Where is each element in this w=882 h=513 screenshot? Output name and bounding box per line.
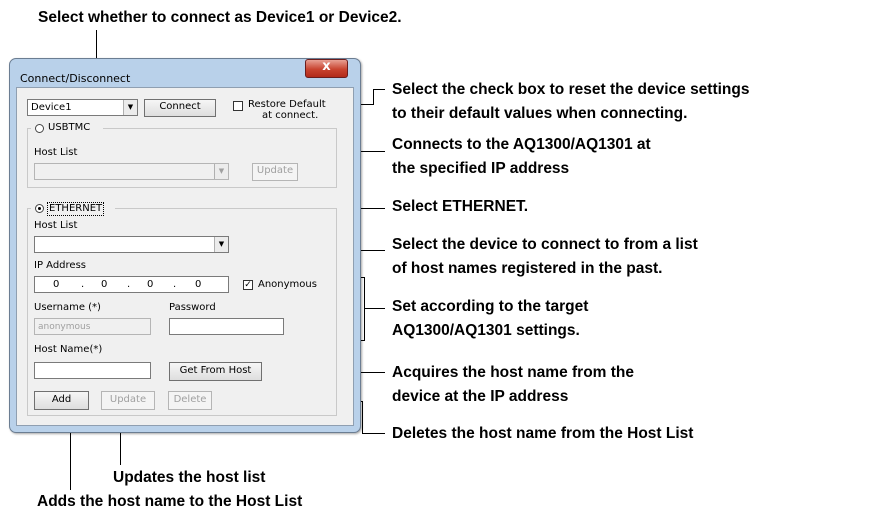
ip-octet-1[interactable]: 0 <box>53 279 59 291</box>
leader-line-settings-h <box>364 308 385 309</box>
leader-line-restore-h2 <box>373 89 385 90</box>
anonymous-checkbox[interactable]: ✓ <box>243 280 253 290</box>
dialog-title: Connect/Disconnect <box>20 72 131 85</box>
ethernet-host-list-select[interactable]: ▼ <box>34 236 229 253</box>
usbtmc-radio[interactable] <box>35 124 44 133</box>
annotation-get-from-host-line1: Acquires the host name from the <box>392 364 635 381</box>
ip-address-field[interactable]: 0 . 0 . 0 . 0 <box>34 276 229 293</box>
annotation-device-select: Select whether to connect as Device1 or … <box>38 9 402 26</box>
password-field[interactable] <box>169 318 284 335</box>
ip-octet-3[interactable]: 0 <box>147 279 153 291</box>
chevron-down-icon[interactable]: ▼ <box>214 237 228 252</box>
username-value: anonymous <box>38 322 91 332</box>
restore-default-sublabel: at connect. <box>262 110 319 121</box>
annotation-restore-default-line2: to their default values when connecting. <box>392 105 688 122</box>
usbtmc-update-button[interactable]: Update <box>252 163 298 181</box>
leader-line-delete-v <box>362 401 363 434</box>
ip-octet-2[interactable]: 0 <box>101 279 107 291</box>
usbtmc-host-list-label: Host List <box>34 147 78 158</box>
username-label: Username (*) <box>34 302 101 313</box>
annotation-add: Adds the host name to the Host List <box>37 493 303 510</box>
usbtmc-host-list-select[interactable]: ▼ <box>34 163 229 180</box>
ethernet-host-list-label: Host List <box>34 220 78 231</box>
ip-address-label: IP Address <box>34 260 86 271</box>
leader-line-restore-v2 <box>373 89 374 105</box>
usbtmc-label: USBTMC <box>48 122 91 133</box>
ip-dot: . <box>127 279 131 290</box>
annotation-connect-line1: Connects to the AQ1300/AQ1301 at <box>392 136 651 153</box>
annotation-delete: Deletes the host name from the Host List <box>392 425 694 442</box>
close-button[interactable]: x <box>305 59 348 78</box>
annotation-settings-line1: Set according to the target <box>392 298 589 315</box>
anonymous-label: Anonymous <box>258 279 317 290</box>
ethernet-label: ETHERNET <box>47 202 105 216</box>
update-button[interactable]: Update <box>101 391 155 410</box>
leader-line-settings-v <box>364 277 365 341</box>
annotation-connect-line2: the specified IP address <box>392 160 570 177</box>
connect-button[interactable]: Connect <box>144 99 216 117</box>
hostname-label: Host Name(*) <box>34 344 103 355</box>
annotation-host-list-line1: Select the device to connect to from a l… <box>392 236 698 253</box>
password-label: Password <box>169 302 216 313</box>
hostname-field[interactable] <box>34 362 151 379</box>
annotation-get-from-host-line2: device at the IP address <box>392 388 569 405</box>
annotation-restore-default-line1: Select the check box to reset the device… <box>392 81 750 98</box>
chevron-down-icon[interactable]: ▼ <box>123 100 137 115</box>
ip-octet-4[interactable]: 0 <box>195 279 201 291</box>
leader-line-delete-h2 <box>362 433 385 434</box>
username-field[interactable]: anonymous <box>34 318 151 335</box>
annotation-host-list-line2: of host names registered in the past. <box>392 260 663 277</box>
annotation-update: Updates the host list <box>113 469 266 486</box>
annotation-ethernet: Select ETHERNET. <box>392 198 529 215</box>
ip-dot: . <box>173 279 177 290</box>
add-button[interactable]: Add <box>34 391 89 410</box>
ethernet-radio[interactable] <box>35 204 44 213</box>
close-icon: x <box>322 59 331 74</box>
ip-dot: . <box>81 279 85 290</box>
delete-button[interactable]: Delete <box>168 391 212 410</box>
get-from-host-button[interactable]: Get From Host <box>169 362 262 381</box>
device-select[interactable]: Device1 ▼ <box>27 99 138 116</box>
device-select-value: Device1 <box>31 102 72 113</box>
restore-default-checkbox[interactable] <box>233 101 243 111</box>
annotation-settings-line2: AQ1300/AQ1301 settings. <box>392 322 580 339</box>
chevron-down-icon[interactable]: ▼ <box>214 164 228 179</box>
